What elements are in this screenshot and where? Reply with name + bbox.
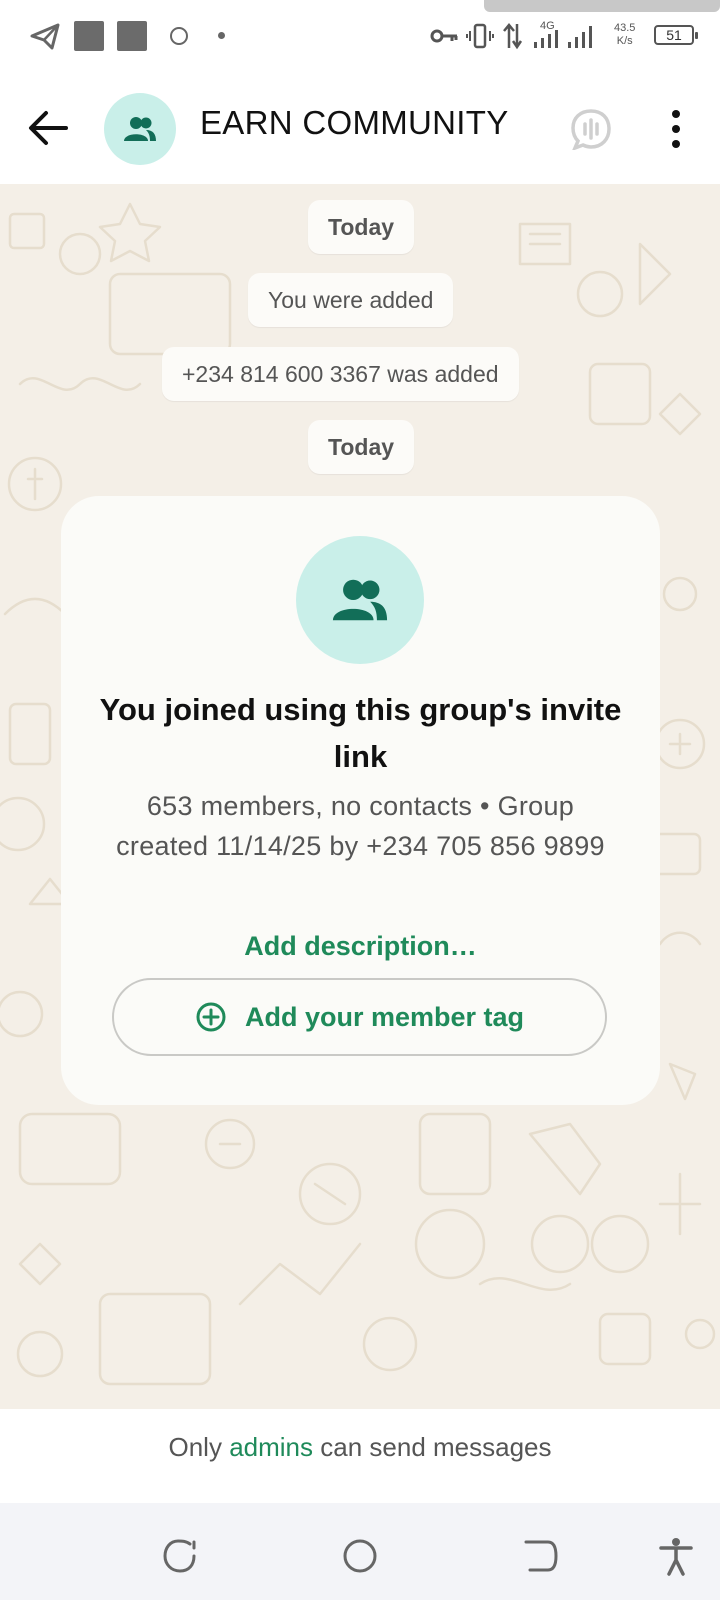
- vpn-key-icon: [430, 29, 458, 43]
- system-message-you-added: You were added: [248, 273, 454, 327]
- add-member-tag-button[interactable]: Add your member tag: [112, 978, 607, 1056]
- status-bar: 4G 43.5 K/s 51: [0, 0, 720, 72]
- status-bar-pill: [484, 0, 720, 12]
- signal-strength-icon: [534, 30, 558, 48]
- add-description-link[interactable]: Add description…: [61, 931, 660, 962]
- card-title: You joined using this group's invite lin…: [99, 692, 622, 774]
- group-avatar[interactable]: [104, 93, 176, 165]
- more-notifications-dot: [218, 32, 225, 39]
- notification-square-icon-2: [117, 21, 147, 51]
- add-circle-icon: [196, 1002, 226, 1032]
- home-icon[interactable]: [340, 1536, 380, 1576]
- more-options-icon[interactable]: [662, 108, 690, 150]
- notification-circle-icon: [170, 27, 188, 45]
- notification-square-icon: [74, 21, 104, 51]
- group-people-icon: [332, 579, 388, 621]
- system-message-member-added: +234 814 600 3367 was added: [162, 347, 519, 401]
- group-people-icon: [124, 117, 156, 141]
- group-title[interactable]: EARN COMMUNITY: [200, 104, 509, 142]
- battery-level: 51: [666, 27, 682, 43]
- back-arrow-icon[interactable]: [26, 108, 72, 148]
- chat-area[interactable]: Today You were added +234 814 600 3367 w…: [0, 184, 720, 1409]
- admin-only-notice: Only admins can send messages: [0, 1409, 720, 1503]
- data-transfer-icon: [503, 23, 523, 50]
- vibrate-icon: [466, 23, 494, 49]
- network-speed: 43.5 K/s: [614, 22, 636, 47]
- group-info-card: You joined using this group's invite lin…: [61, 496, 660, 1105]
- notice-prefix: Only: [168, 1432, 222, 1462]
- voice-chat-icon[interactable]: [570, 108, 612, 150]
- date-divider: Today: [308, 200, 415, 254]
- back-nav-icon[interactable]: [520, 1536, 560, 1576]
- group-meta-info: 653 members, no contacts • Group created…: [116, 791, 605, 861]
- date-divider-2: Today: [308, 420, 415, 474]
- card-group-avatar: [296, 536, 424, 664]
- admins-link[interactable]: admins: [229, 1432, 313, 1462]
- recent-apps-icon[interactable]: [160, 1536, 200, 1576]
- battery-indicator: 51: [654, 25, 698, 45]
- telegram-icon: [30, 23, 60, 50]
- add-member-tag-label: Add your member tag: [244, 1001, 525, 1032]
- notice-suffix: can send messages: [320, 1432, 552, 1462]
- system-navigation-bar: [0, 1503, 720, 1600]
- signal-strength-icon-2: [568, 26, 592, 48]
- accessibility-icon[interactable]: [656, 1536, 696, 1576]
